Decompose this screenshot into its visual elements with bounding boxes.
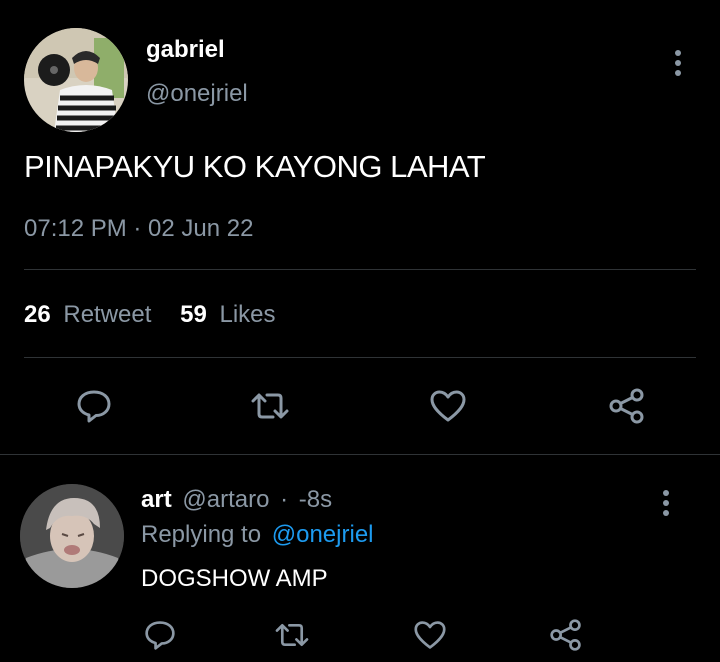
replying-to-handle-link[interactable]: @onejriel xyxy=(272,521,374,548)
divider xyxy=(24,357,696,358)
more-dot-icon xyxy=(675,50,681,56)
reply-author-display-name[interactable]: art xyxy=(141,486,172,513)
likes-count[interactable]: 59 Likes xyxy=(180,301,275,328)
reply-button[interactable] xyxy=(72,386,116,426)
replying-to-label: Replying to xyxy=(141,521,262,548)
like-button[interactable] xyxy=(426,386,470,426)
more-dot-icon xyxy=(675,60,681,66)
reply-icon xyxy=(77,390,111,423)
replying-to: Replying to @onejriel xyxy=(141,520,374,550)
retweet-icon xyxy=(275,623,309,647)
retweet-count-value: 26 xyxy=(24,301,51,328)
tweet-more-options-button[interactable] xyxy=(672,50,684,76)
reply-time[interactable]: -8s xyxy=(299,486,332,513)
author-avatar[interactable] xyxy=(24,28,128,132)
more-dot-icon xyxy=(663,510,669,516)
author-display-name[interactable]: gabriel xyxy=(146,36,225,64)
more-dot-icon xyxy=(663,500,669,506)
author-handle[interactable]: @onejriel xyxy=(146,80,248,108)
reply-more-options-button[interactable] xyxy=(660,490,672,516)
reply-author-handle[interactable]: @artaro xyxy=(182,486,269,513)
reply-author-avatar[interactable] xyxy=(20,484,124,588)
like-icon xyxy=(430,390,466,422)
reply-reply-button[interactable] xyxy=(140,616,180,654)
reply-share-button[interactable] xyxy=(546,616,586,654)
reply-time-separator: · xyxy=(280,486,289,513)
retweet-count-label: Retweet xyxy=(63,301,152,328)
retweet-count[interactable]: 26 Retweet xyxy=(24,301,158,328)
tweet-timestamp[interactable]: 07:12 PM · 02 Jun 22 xyxy=(24,214,253,244)
retweet-button[interactable] xyxy=(248,386,292,426)
divider xyxy=(0,454,720,455)
tweet-text: PINAPAKYU KO KAYONG LAHAT xyxy=(24,149,486,184)
tweet-stats: 26 Retweet 59 Likes xyxy=(24,300,276,330)
reply-header: art @artaro · -8s xyxy=(141,486,332,514)
reply-retweet-button[interactable] xyxy=(272,616,312,654)
more-dot-icon xyxy=(663,490,669,496)
likes-count-value: 59 xyxy=(180,301,207,328)
like-icon xyxy=(414,621,446,649)
share-button[interactable] xyxy=(605,386,649,426)
reply-icon xyxy=(145,621,175,650)
reply-like-button[interactable] xyxy=(410,616,450,654)
author-avatar-image xyxy=(24,28,128,132)
retweet-icon xyxy=(251,393,289,419)
share-icon xyxy=(609,388,644,424)
more-dot-icon xyxy=(675,70,681,76)
reply-author-avatar-image xyxy=(20,484,124,588)
share-icon xyxy=(550,619,581,651)
divider xyxy=(24,269,696,270)
likes-count-label: Likes xyxy=(219,301,276,328)
reply-text: DOGSHOW AMP xyxy=(141,565,328,592)
